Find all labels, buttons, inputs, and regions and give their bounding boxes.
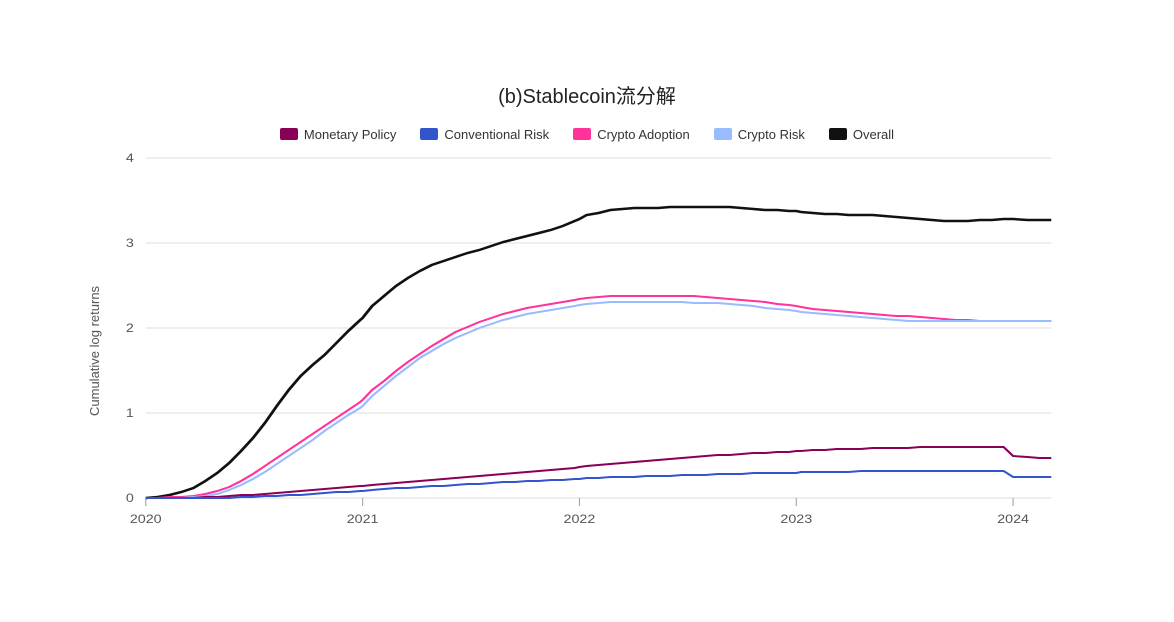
legend-label-conventional-risk: Conventional Risk [444,127,549,142]
legend-item-monetary-policy: Monetary Policy [280,127,396,142]
legend-label-crypto-risk: Crypto Risk [738,127,805,142]
legend-label-overall: Overall [853,127,894,142]
main-svg: 4 3 2 1 0 2020 2021 2022 2023 2024 [110,158,1087,538]
x-tick-2020: 2020 [130,512,162,526]
legend-color-crypto-adoption [573,128,591,140]
x-tick-2023: 2023 [780,512,812,526]
legend-label-monetary-policy: Monetary Policy [304,127,396,142]
chart-container: (b)Stablecoin流分解 Monetary Policy Convent… [87,80,1087,543]
y-axis-label: Cumulative log returns [87,158,102,543]
legend-item-crypto-risk: Crypto Risk [714,127,805,142]
legend-item-crypto-adoption: Crypto Adoption [573,127,690,142]
legend-item-overall: Overall [829,127,894,142]
chart-area: Cumulative log returns 4 3 2 1 0 [87,158,1087,543]
legend-item-conventional-risk: Conventional Risk [420,127,549,142]
legend: Monetary Policy Conventional Risk Crypto… [280,127,894,142]
legend-label-crypto-adoption: Crypto Adoption [597,127,690,142]
y-tick-3: 3 [126,236,134,250]
y-tick-0: 0 [126,491,134,505]
x-tick-2022: 2022 [564,512,596,526]
legend-color-crypto-risk [714,128,732,140]
x-tick-2021: 2021 [347,512,379,526]
legend-color-conventional-risk [420,128,438,140]
legend-color-monetary-policy [280,128,298,140]
x-tick-2024: 2024 [997,512,1029,526]
y-tick-4: 4 [126,151,134,165]
line-conventional-risk [146,471,1052,498]
legend-color-overall [829,128,847,140]
chart-inner: 4 3 2 1 0 2020 2021 2022 2023 2024 [110,158,1087,543]
line-crypto-adoption [146,296,1052,498]
chart-title: (b)Stablecoin流分解 [498,80,676,109]
y-tick-2: 2 [126,321,134,335]
y-tick-1: 1 [126,406,134,420]
